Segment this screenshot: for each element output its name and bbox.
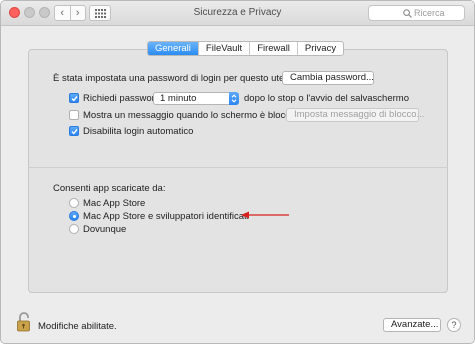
tab-firewall[interactable]: Firewall xyxy=(249,42,297,55)
help-button[interactable]: ? xyxy=(447,318,461,332)
settings-panel xyxy=(28,49,448,293)
change-password-button[interactable]: Cambia password... xyxy=(282,71,374,85)
radio-anywhere[interactable] xyxy=(69,224,79,234)
checkmark-icon xyxy=(71,95,78,102)
require-password-suffix: dopo lo stop o l'avvio del salvaschermo xyxy=(244,93,409,104)
checkmark-icon xyxy=(71,128,78,135)
search-icon xyxy=(403,9,412,18)
search-field[interactable]: Ricerca xyxy=(368,5,465,21)
advanced-button[interactable]: Avanzate... xyxy=(383,318,441,332)
tab-privacy[interactable]: Privacy xyxy=(296,42,343,55)
tab-filevault[interactable]: FileVault xyxy=(197,42,249,55)
password-delay-value: 1 minuto xyxy=(160,93,197,104)
set-lock-message-button[interactable]: Imposta messaggio di blocco... xyxy=(286,108,424,122)
section-divider xyxy=(28,167,448,168)
search-placeholder: Ricerca xyxy=(414,8,445,18)
disable-autologin-label: Disabilita login automatico xyxy=(83,126,194,137)
tab-generali[interactable]: Generali xyxy=(148,42,198,55)
disable-autologin-checkbox[interactable] xyxy=(69,126,79,136)
tab-bar: Generali FileVault Firewall Privacy xyxy=(147,41,345,56)
unlocked-padlock-icon[interactable] xyxy=(17,312,33,332)
radio-mac-app-store-label: Mac App Store xyxy=(83,198,146,209)
radio-anywhere-label: Dovunque xyxy=(83,224,127,235)
annotation-arrow-icon xyxy=(241,211,289,219)
lock-status-text: Modifiche abilitate. xyxy=(38,321,117,332)
radio-app-store-identified-devs-label: Mac App Store e sviluppatori identificat… xyxy=(83,211,249,222)
require-password-label: Richiedi password xyxy=(83,93,161,104)
show-message-checkbox[interactable] xyxy=(69,110,79,120)
radio-mac-app-store[interactable] xyxy=(69,198,79,208)
require-password-checkbox[interactable] xyxy=(69,93,79,103)
preferences-window: ‹ › Sicurezza e Privacy Ricerca Generali… xyxy=(0,0,475,344)
updown-chevron-icon xyxy=(229,92,239,105)
password-delay-select[interactable]: 1 minuto xyxy=(153,92,239,105)
allow-apps-heading: Consenti app scaricate da: xyxy=(53,183,166,194)
password-set-text: È stata impostata una password di login … xyxy=(53,73,298,84)
radio-app-store-identified-devs[interactable] xyxy=(69,211,79,221)
title-bar: ‹ › Sicurezza e Privacy Ricerca xyxy=(1,1,474,26)
show-message-label: Mostra un messaggio quando lo schermo è … xyxy=(83,110,304,121)
